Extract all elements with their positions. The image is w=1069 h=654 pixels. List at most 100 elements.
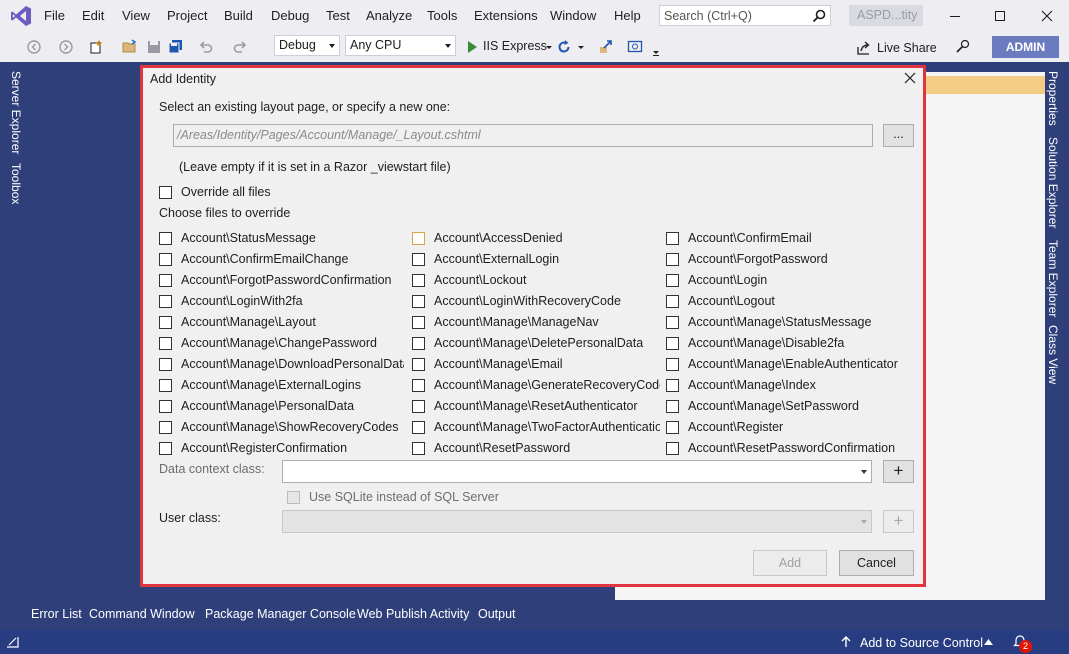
file-override-checkbox[interactable] — [159, 358, 172, 371]
file-override-checkbox[interactable] — [412, 358, 425, 371]
file-override-item[interactable]: Account\Manage\Layout — [159, 315, 404, 332]
file-override-item[interactable]: Account\ForgotPassword — [666, 252, 916, 269]
menu-analyze[interactable]: Analyze — [366, 8, 412, 23]
file-override-checkbox[interactable] — [666, 379, 679, 392]
file-override-item[interactable]: Account\Manage\DeletePersonalData — [412, 336, 660, 353]
file-override-checkbox[interactable] — [412, 400, 425, 413]
file-override-item[interactable]: Account\Manage\Disable2fa — [666, 336, 916, 353]
menu-tools[interactable]: Tools — [427, 8, 457, 23]
file-override-checkbox[interactable] — [666, 295, 679, 308]
file-override-item[interactable]: Account\Manage\Index — [666, 378, 916, 395]
file-override-checkbox[interactable] — [159, 421, 172, 434]
file-override-item[interactable]: Account\Login — [666, 273, 916, 290]
file-override-checkbox[interactable] — [159, 253, 172, 266]
menu-help[interactable]: Help — [614, 8, 641, 23]
sqlite-checkbox-row[interactable]: Use SQLite instead of SQL Server — [287, 490, 607, 507]
feedback-icon[interactable] — [955, 38, 971, 54]
file-override-item[interactable]: Account\Register — [666, 420, 916, 437]
tab-package-manager-console[interactable]: Package Manager Console — [205, 607, 356, 621]
close-icon[interactable] — [903, 71, 917, 85]
search-input[interactable]: Search (Ctrl+Q) — [659, 5, 831, 26]
screenshot-icon[interactable] — [627, 39, 643, 55]
file-override-item[interactable]: Account\RegisterConfirmation — [159, 441, 404, 458]
close-window-icon[interactable] — [1037, 6, 1057, 26]
file-override-checkbox[interactable] — [412, 442, 425, 455]
add-to-source-control[interactable]: Add to Source Control — [860, 636, 983, 650]
run-play-icon[interactable] — [464, 39, 480, 55]
file-override-checkbox[interactable] — [159, 274, 172, 287]
chevron-down-icon[interactable] — [573, 39, 589, 55]
file-override-item[interactable]: Account\Manage\DownloadPersonalData — [159, 357, 404, 374]
menu-test[interactable]: Test — [326, 8, 350, 23]
tab-error-list[interactable]: Error List — [31, 607, 82, 621]
file-override-item[interactable]: Account\Manage\ExternalLogins — [159, 378, 404, 395]
menu-extensions[interactable]: Extensions — [474, 8, 538, 23]
browse-button[interactable]: ... — [883, 124, 914, 147]
menu-debug[interactable]: Debug — [271, 8, 309, 23]
file-override-checkbox[interactable] — [412, 232, 425, 245]
file-override-item[interactable]: Account\ExternalLogin — [412, 252, 660, 269]
file-override-checkbox[interactable] — [412, 337, 425, 350]
file-override-item[interactable]: Account\AccessDenied — [412, 231, 660, 248]
toolbar-overflow-icon[interactable] — [649, 42, 665, 58]
file-override-checkbox[interactable] — [159, 442, 172, 455]
override-all-checkbox-row[interactable]: Override all files — [159, 185, 359, 202]
layout-page-input[interactable]: /Areas/Identity/Pages/Account/Manage/_La… — [173, 124, 873, 147]
file-override-checkbox[interactable] — [412, 295, 425, 308]
file-override-checkbox[interactable] — [159, 295, 172, 308]
file-override-item[interactable]: Account\Manage\Email — [412, 357, 660, 374]
menu-view[interactable]: View — [122, 8, 150, 23]
file-override-item[interactable]: Account\ConfirmEmailChange — [159, 252, 404, 269]
properties-tab[interactable]: Properties — [1046, 71, 1060, 126]
undo-icon[interactable] — [198, 39, 214, 55]
data-context-combo[interactable] — [282, 460, 872, 483]
tab-output[interactable]: Output — [478, 607, 516, 621]
file-override-item[interactable]: Account\Manage\SetPassword — [666, 399, 916, 416]
file-override-item[interactable]: Account\LoginWith2fa — [159, 294, 404, 311]
file-override-checkbox[interactable] — [159, 400, 172, 413]
file-override-item[interactable]: Account\Manage\TwoFactorAuthentication — [412, 420, 660, 437]
open-folder-icon[interactable] — [122, 39, 138, 55]
class-view-tab[interactable]: Class View — [1046, 325, 1060, 384]
file-override-checkbox[interactable] — [666, 442, 679, 455]
run-target-label[interactable]: IIS Express — [483, 39, 547, 53]
file-override-item[interactable]: Account\Logout — [666, 294, 916, 311]
save-icon[interactable] — [146, 39, 162, 55]
search-icon[interactable] — [812, 9, 826, 23]
menu-file[interactable]: File — [44, 8, 65, 23]
chevron-down-icon[interactable] — [541, 39, 557, 55]
override-all-checkbox[interactable] — [159, 186, 172, 199]
file-override-checkbox[interactable] — [666, 358, 679, 371]
maximize-icon[interactable] — [990, 6, 1010, 26]
team-explorer-tab[interactable]: Team Explorer — [1046, 240, 1060, 317]
file-override-checkbox[interactable] — [412, 379, 425, 392]
file-override-checkbox[interactable] — [666, 232, 679, 245]
file-override-checkbox[interactable] — [412, 253, 425, 266]
file-override-item[interactable]: Account\Manage\ShowRecoveryCodes — [159, 420, 404, 437]
file-override-checkbox[interactable] — [666, 316, 679, 329]
file-override-checkbox[interactable] — [666, 400, 679, 413]
live-share-button[interactable]: Live Share — [877, 41, 937, 55]
tab-web-publish-activity[interactable]: Web Publish Activity — [357, 607, 469, 621]
account-badge[interactable]: ADMIN — [992, 36, 1059, 58]
file-override-item[interactable]: Account\Manage\ChangePassword — [159, 336, 404, 353]
file-override-item[interactable]: Account\Manage\GenerateRecoveryCodes — [412, 378, 660, 395]
platform-combo[interactable]: Any CPU — [345, 35, 456, 56]
redo-icon[interactable] — [232, 39, 248, 55]
file-override-item[interactable]: Account\Manage\PersonalData — [159, 399, 404, 416]
file-override-checkbox[interactable] — [666, 337, 679, 350]
save-all-icon[interactable] — [168, 39, 184, 55]
file-override-item[interactable]: Account\ResetPassword — [412, 441, 660, 458]
file-override-checkbox[interactable] — [666, 274, 679, 287]
add-data-context-button[interactable]: + — [883, 460, 914, 483]
file-override-checkbox[interactable] — [666, 253, 679, 266]
add-user-class-button[interactable]: + — [883, 510, 914, 533]
file-override-item[interactable]: Account\StatusMessage — [159, 231, 404, 248]
file-override-item[interactable]: Account\ResetPasswordConfirmation — [666, 441, 916, 458]
cancel-button[interactable]: Cancel — [839, 550, 914, 576]
toolbox-tab[interactable]: Toolbox — [9, 163, 23, 204]
user-class-combo[interactable] — [282, 510, 872, 533]
file-override-item[interactable]: Account\LoginWithRecoveryCode — [412, 294, 660, 311]
sqlite-checkbox[interactable] — [287, 491, 300, 504]
file-override-item[interactable]: Account\ConfirmEmail — [666, 231, 916, 248]
